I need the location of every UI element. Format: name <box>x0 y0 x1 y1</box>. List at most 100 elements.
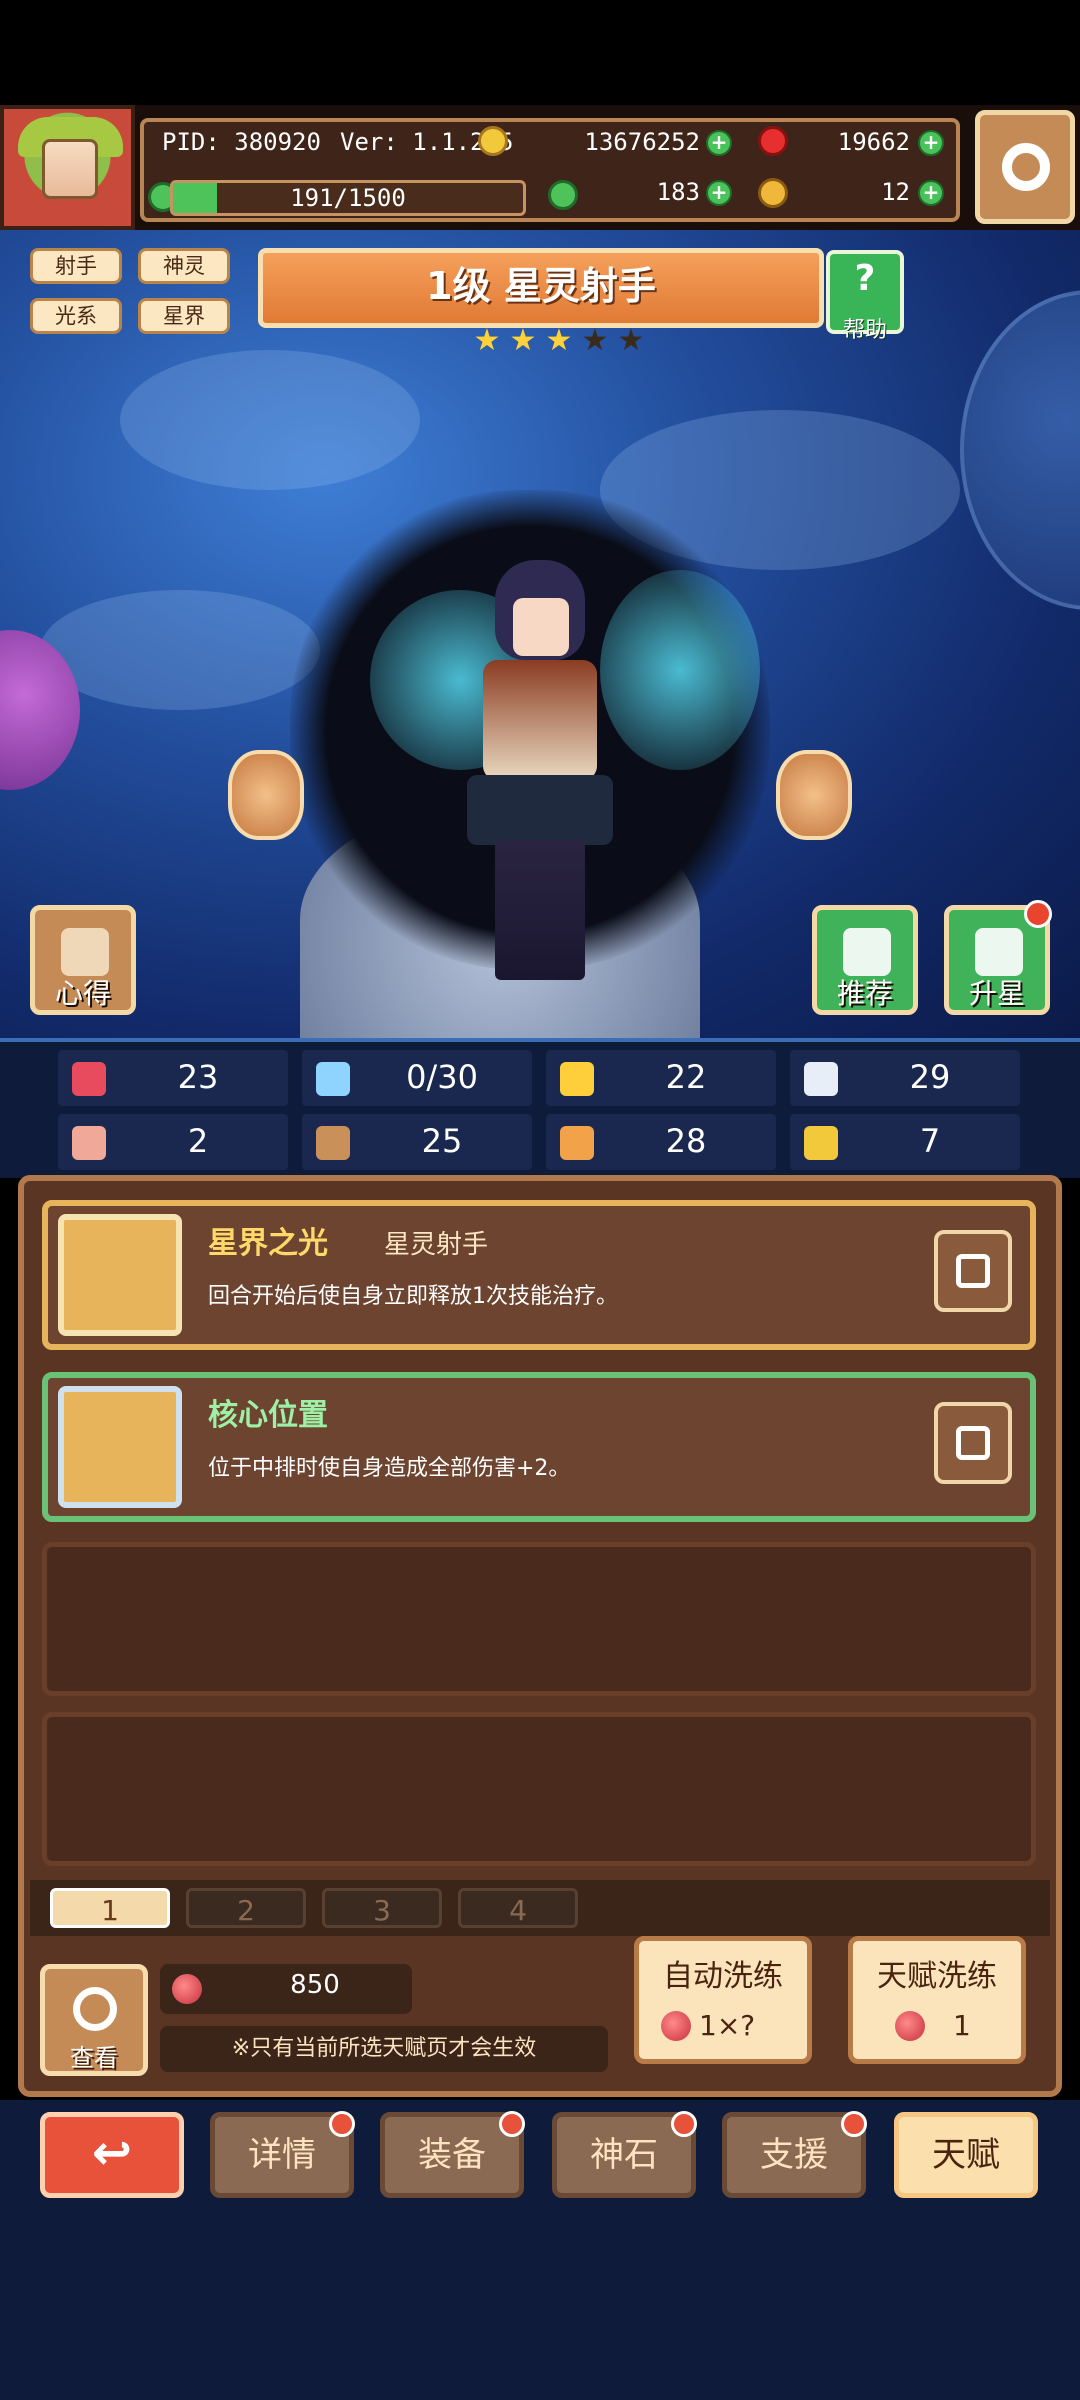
star-rating: ★ ★ ★ ★ ★ <box>470 324 648 358</box>
notice-text: ※只有当前所选天赋页才会生效 <box>160 2026 608 2072</box>
help-label: 帮助 <box>842 318 887 343</box>
thumbs-up-icon <box>843 928 891 976</box>
star-empty-icon: ★ <box>581 323 609 358</box>
fist-icon <box>72 1126 106 1160</box>
star-filled-icon: ★ <box>473 323 501 358</box>
player-avatar[interactable] <box>0 105 135 230</box>
view-button[interactable]: 查看 <box>40 1964 148 2076</box>
nav-details-label: 详情 <box>248 2135 316 2175</box>
add-key-button[interactable]: + <box>918 180 944 206</box>
stat-cell: 2 <box>58 1114 288 1170</box>
scene-cloud <box>40 590 320 710</box>
book-icon <box>316 1126 350 1160</box>
nav-details[interactable]: 详情 <box>210 2111 355 2198</box>
gold-value: 13676252 <box>584 128 700 156</box>
star-up-label: 升星 <box>968 977 1025 1010</box>
tag-class: 射手 <box>30 248 122 284</box>
stat-mana-value: 0/30 <box>406 1058 478 1096</box>
recommend-button[interactable]: 推荐 <box>812 905 918 1015</box>
hero-title: 1级 星灵射手 <box>258 248 824 328</box>
talent-page-tabs: 1 2 3 4 <box>30 1880 1050 1936</box>
star-filled-icon: ★ <box>509 323 537 358</box>
nav-talent-label: 天赋 <box>932 2135 1000 2175</box>
nav-support[interactable]: 支援 <box>722 2111 867 2198</box>
stat-attack-value: 2 <box>187 1122 209 1160</box>
hero-legs <box>495 840 585 980</box>
stat-cell: 22 <box>546 1050 776 1106</box>
nav-equipment[interactable]: 装备 <box>380 2111 525 2198</box>
stat-cell: 29 <box>790 1050 1020 1106</box>
lock-icon <box>956 1254 990 1288</box>
notification-dot <box>671 2111 697 2137</box>
auto-wash-label: 自动洗练 <box>663 1959 783 1994</box>
stat-magic-value: 25 <box>421 1122 463 1160</box>
status-bar <box>0 0 1080 105</box>
star-badge-icon <box>58 1214 182 1336</box>
lock-button[interactable] <box>934 1230 1012 1312</box>
talent-subtitle: 星灵射手 <box>384 1230 489 1260</box>
talent-description: 位于中排时使自身造成全部伤害+2。 <box>208 1456 571 1481</box>
magnifier-icon <box>73 1987 117 2031</box>
talent-wash-cost: 1 <box>953 2009 971 2042</box>
notification-dot <box>1024 900 1052 928</box>
empty-talent-slot[interactable] <box>42 1712 1036 1866</box>
lock-icon <box>956 1426 990 1460</box>
insight-button[interactable]: 心得 <box>30 905 136 1015</box>
insight-label: 心得 <box>54 977 111 1010</box>
fruit-icon <box>661 2011 691 2041</box>
recommend-label: 推荐 <box>836 977 893 1010</box>
nav-stone-label: 神石 <box>590 2135 658 2175</box>
nav-stone[interactable]: 神石 <box>552 2111 697 2198</box>
bottom-nav: ↩ 详情 装备 神石 支援 天赋 <box>0 2100 1080 2200</box>
stat-move-value: 28 <box>665 1122 707 1160</box>
fruit-count: 850 <box>290 1970 340 2000</box>
pid-text: PID: 380920 <box>162 128 321 156</box>
cross-badge-icon <box>58 1386 182 1508</box>
nav-talent[interactable]: 天赋 <box>894 2112 1038 2198</box>
add-gem-button[interactable]: + <box>918 130 944 156</box>
wing-icon <box>804 1062 838 1096</box>
talent-page-tab-1[interactable]: 1 <box>50 1888 170 1928</box>
key-icon <box>758 178 788 208</box>
tag-race: 神灵 <box>138 248 230 284</box>
help-button[interactable]: ? 帮助 <box>826 250 904 343</box>
lock-button[interactable] <box>934 1402 1012 1484</box>
water-drop-icon <box>316 1062 350 1096</box>
tag-realm: 星界 <box>138 298 230 334</box>
hero-sprite[interactable] <box>455 560 625 980</box>
prev-hero-orb[interactable] <box>228 750 304 840</box>
fruit-icon <box>895 2011 925 2041</box>
question-icon: ? <box>854 258 876 299</box>
stats-panel: 23 0/30 22 29 2 25 28 7 <box>0 1038 1080 1178</box>
hero-skirt <box>467 775 613 845</box>
add-clover-button[interactable]: + <box>706 180 732 206</box>
add-gold-button[interactable]: + <box>706 130 732 156</box>
talent-slot-2[interactable]: 核心位置 位于中排时使自身造成全部伤害+2。 <box>42 1372 1036 1522</box>
horseshoe-icon <box>804 1126 838 1160</box>
nav-support-label: 支援 <box>760 2135 828 2175</box>
talent-page-tab-2[interactable]: 2 <box>186 1888 306 1928</box>
settings-button[interactable] <box>975 110 1075 224</box>
gear-icon <box>1002 143 1050 191</box>
clover-value: 183 <box>656 178 700 206</box>
heart-icon <box>72 1062 106 1096</box>
talent-page-tab-3[interactable]: 3 <box>322 1888 442 1928</box>
nav-equipment-label: 装备 <box>418 2135 486 2175</box>
stat-armor-value: 22 <box>665 1058 707 1096</box>
talent-page-tab-4[interactable]: 4 <box>458 1888 578 1928</box>
hero-torso <box>483 660 597 780</box>
energy-value: 191/1500 <box>290 184 406 212</box>
next-hero-orb[interactable] <box>776 750 852 840</box>
star-filled-icon: ★ <box>545 323 573 358</box>
talent-wash-button[interactable]: 天赋洗练 1 <box>848 1936 1026 2064</box>
notification-dot <box>841 2111 867 2137</box>
tag-element: 光系 <box>30 298 122 334</box>
talent-slot-1[interactable]: 星界之光 星灵射手 回合开始后使自身立即释放1次技能治疗。 <box>42 1200 1036 1350</box>
planet-right <box>960 290 1080 610</box>
fruit-count-pill: 850 <box>160 1964 412 2014</box>
empty-talent-slot[interactable] <box>42 1542 1036 1696</box>
star-icon <box>975 928 1023 976</box>
auto-wash-button[interactable]: 自动洗练 1×? <box>634 1936 812 2064</box>
back-button[interactable]: ↩ <box>40 2112 184 2198</box>
stat-speed-value: 29 <box>909 1058 951 1096</box>
